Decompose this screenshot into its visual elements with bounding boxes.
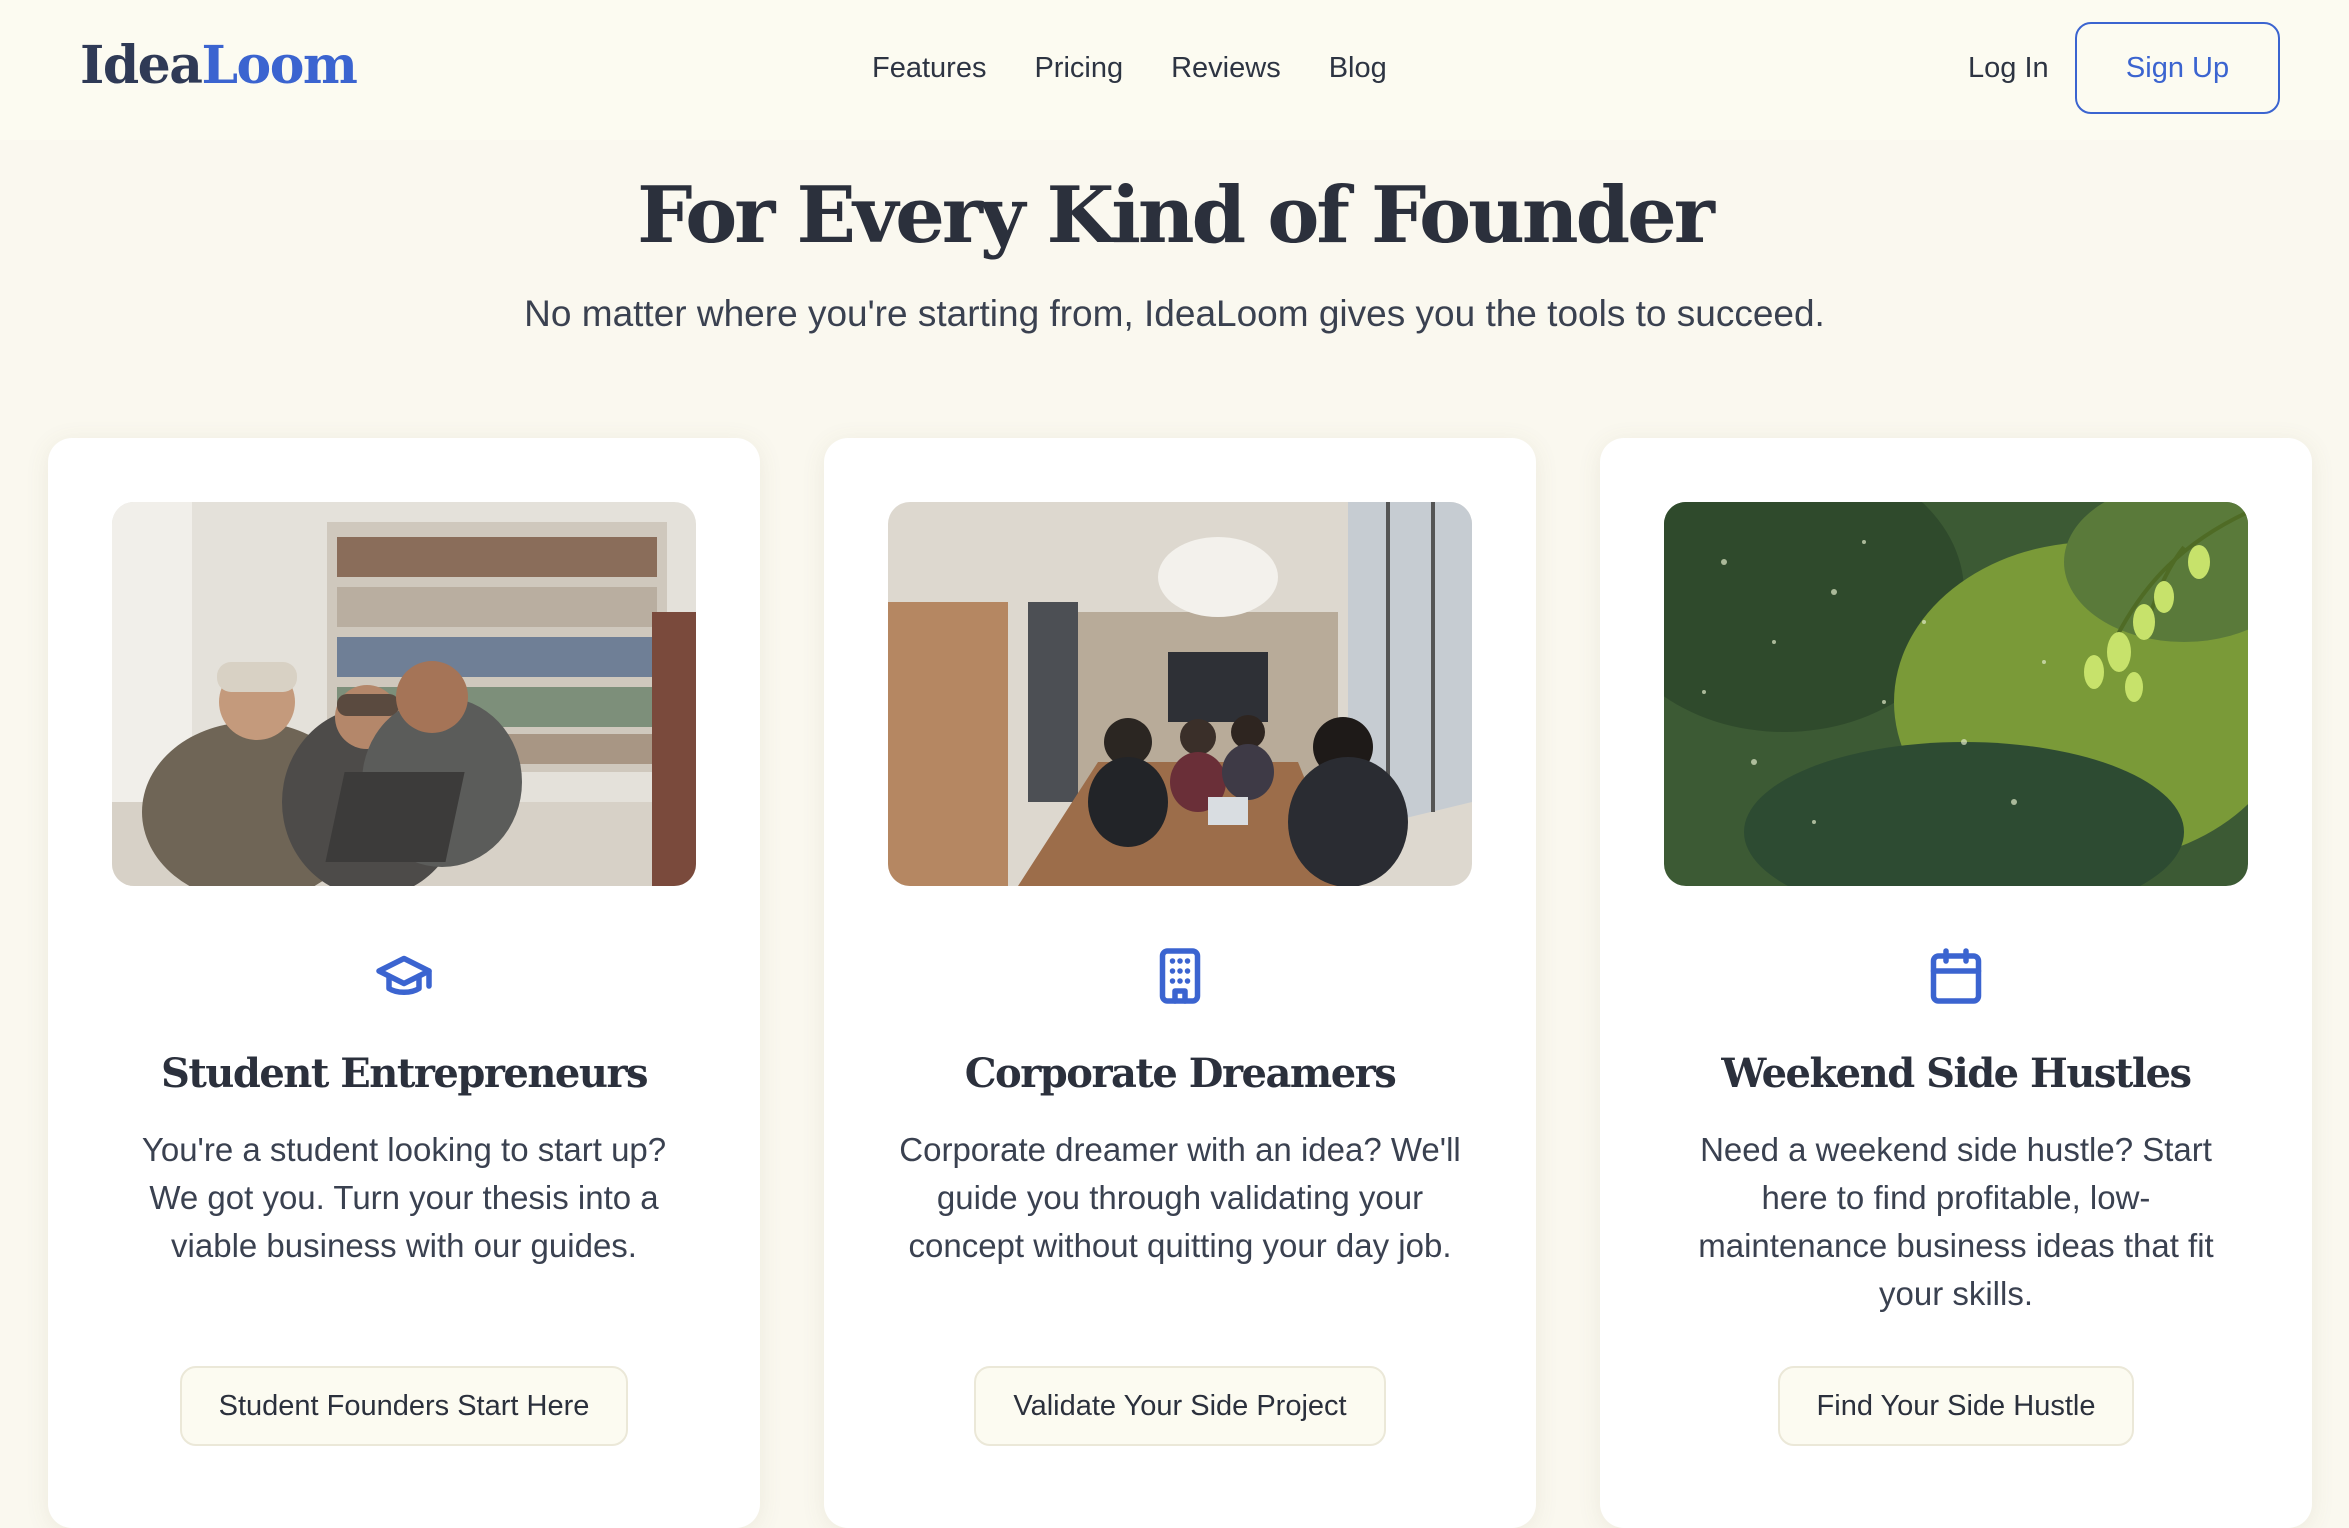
logo-word-loom: Loom bbox=[201, 35, 357, 96]
nav-link-blog[interactable]: Blog bbox=[1329, 52, 1387, 85]
student-founders-button[interactable]: Student Founders Start Here bbox=[180, 1366, 628, 1446]
card-description: Need a weekend side hustle? Start here t… bbox=[1698, 1131, 2214, 1312]
calendar-icon bbox=[1926, 934, 1986, 1018]
graduation-cap-icon bbox=[374, 934, 434, 1018]
audience-card-corporate: Corporate Dreamers Corporate dreamer wit… bbox=[824, 438, 1536, 1528]
audience-card-students: Student Entrepreneurs You're a student l… bbox=[48, 438, 760, 1528]
audience-card-weekend: Weekend Side Hustles Need a weekend side… bbox=[1600, 438, 2312, 1528]
page-subtitle: No matter where you're starting from, Id… bbox=[524, 293, 1825, 334]
find-side-hustle-button[interactable]: Find Your Side Hustle bbox=[1778, 1366, 2134, 1446]
card-title: Corporate Dreamers bbox=[964, 1050, 1397, 1097]
nav-link-reviews[interactable]: Reviews bbox=[1171, 52, 1281, 85]
meeting-room-photo bbox=[888, 502, 1472, 886]
site-header: IdeaLoom Features Pricing Reviews Blog L… bbox=[0, 0, 2349, 140]
main-nav: Features Pricing Reviews Blog bbox=[872, 46, 1387, 90]
signup-button[interactable]: Sign Up bbox=[2075, 22, 2280, 114]
card-description: You're a student looking to start up? We… bbox=[141, 1131, 667, 1264]
logo-word-idea: Idea bbox=[80, 35, 203, 96]
nav-link-features[interactable]: Features bbox=[872, 52, 986, 85]
nav-link-pricing[interactable]: Pricing bbox=[1034, 52, 1123, 85]
card-title: Student Entrepreneurs bbox=[160, 1050, 649, 1097]
nature-photo bbox=[1664, 502, 2248, 886]
card-description: Corporate dreamer with an idea? We'll gu… bbox=[899, 1131, 1461, 1264]
login-link[interactable]: Log In bbox=[1968, 46, 2049, 90]
page-title: For Every Kind of Founder bbox=[637, 170, 1715, 261]
logo[interactable]: IdeaLoom bbox=[80, 34, 358, 98]
card-title: Weekend Side Hustles bbox=[1721, 1050, 2192, 1097]
validate-side-project-button[interactable]: Validate Your Side Project bbox=[974, 1366, 1386, 1446]
students-photo bbox=[112, 502, 696, 886]
building-icon bbox=[1150, 934, 1210, 1018]
